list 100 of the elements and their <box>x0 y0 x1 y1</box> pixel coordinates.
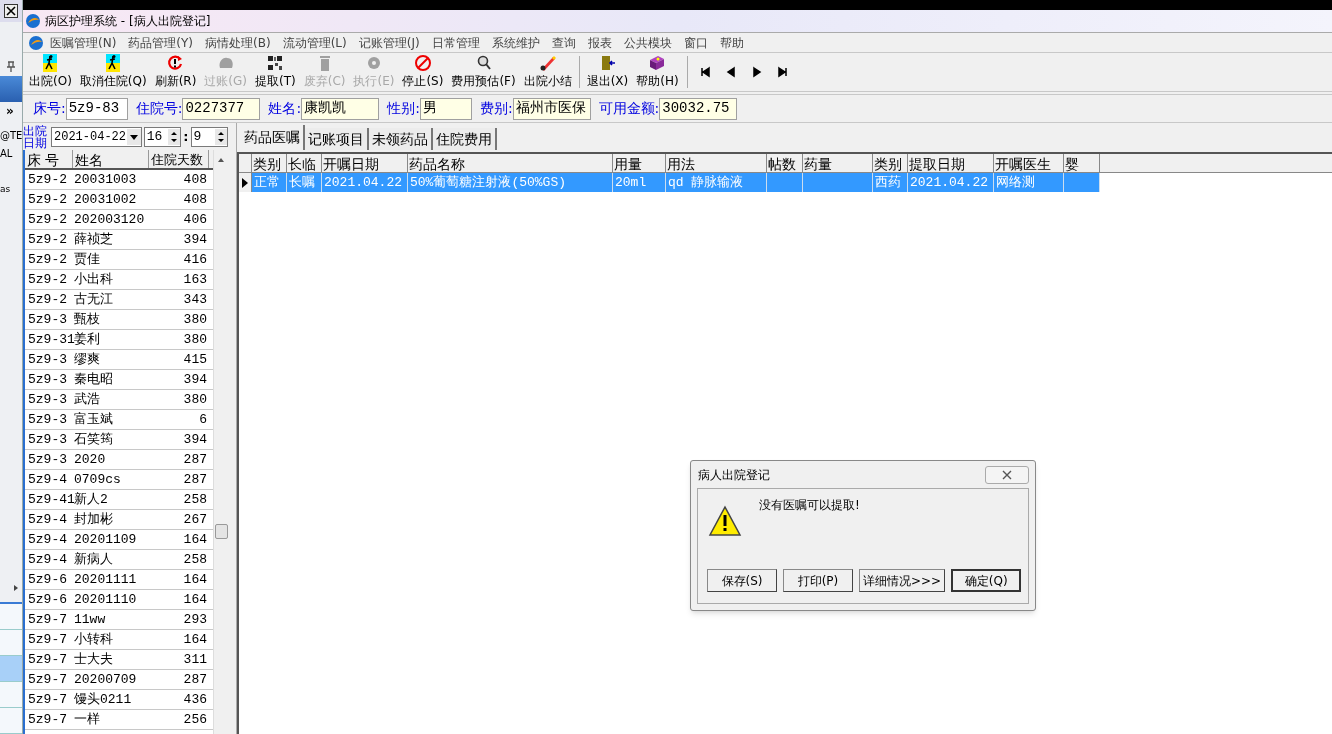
spin-field[interactable]: 9 <box>190 126 228 147</box>
table-cell-text: 封加彬 <box>73 510 114 529</box>
tab[interactable]: 未领药品 <box>369 128 433 150</box>
pin-icon[interactable] <box>5 61 17 73</box>
table-cell-text: 394 <box>182 230 208 249</box>
menu-item[interactable]: 报表 <box>581 33 618 52</box>
walking-figure-icon <box>41 54 60 72</box>
table-cell-text: 258 <box>182 550 208 569</box>
first-record-icon[interactable] <box>698 66 711 78</box>
scroll-right-icon[interactable] <box>12 584 20 592</box>
toolbar-button[interactable]: 出院(O) <box>25 54 76 90</box>
column-header[interactable]: 姓名 <box>73 150 149 168</box>
dialog-button[interactable]: 详细情况>>> <box>859 569 946 592</box>
column-header[interactable]: 开嘱日期 <box>322 154 408 172</box>
table-cell-text: 256 <box>182 710 208 729</box>
table-cell-text: 267 <box>182 510 208 529</box>
scroll-up-icon[interactable] <box>217 156 225 164</box>
menu-item[interactable]: 药品管理(Y) <box>122 33 200 52</box>
table-cell-text: 5z9-3 <box>27 430 68 449</box>
menu-item[interactable]: 帮助 <box>713 33 750 52</box>
dialog-button[interactable]: 确定(Q) <box>951 569 1022 592</box>
column-header[interactable]: 类别 <box>252 154 287 172</box>
info-field[interactable]: 0227377 <box>182 97 261 120</box>
menu-item[interactable]: 窗口 <box>677 33 714 52</box>
previous-record-icon[interactable] <box>724 66 737 78</box>
info-field[interactable]: 30032.75 <box>659 97 738 120</box>
table-cell-text: 163 <box>182 270 208 289</box>
table-cell-text: 5z9-2 <box>27 230 68 249</box>
menu-item[interactable]: 系统维护 <box>485 33 546 52</box>
menu-item[interactable]: 查询 <box>545 33 582 52</box>
menu-item[interactable]: 公共模块 <box>617 33 678 52</box>
column-header[interactable]: 用量 <box>613 154 666 172</box>
tab[interactable]: 药品医嘱 <box>241 125 305 150</box>
table-cell-text: 0709cs <box>73 470 122 489</box>
next-record-icon[interactable] <box>750 66 763 78</box>
info-field[interactable]: 男 <box>419 97 472 120</box>
vertical-scrollbar[interactable] <box>213 150 228 734</box>
table-cell-text: 石笑筠 <box>73 430 114 449</box>
column-header[interactable]: 用法 <box>666 154 767 172</box>
table-cell-text: 287 <box>182 450 208 469</box>
menu-item[interactable]: 病情处理(B) <box>199 33 277 52</box>
spin-field[interactable]: 16 <box>143 126 182 147</box>
toolbar-button[interactable]: 提取(T) <box>251 54 300 90</box>
toolbar-button[interactable]: 出院小结 <box>519 54 576 90</box>
column-header[interactable]: 婴 <box>1064 154 1100 172</box>
time-separator: : <box>183 127 189 146</box>
table-cell-text: 5z9-3 <box>27 410 68 429</box>
table-cell-text: 馒头0211 <box>73 690 133 709</box>
table-cell-text: 一样 <box>73 710 101 729</box>
table-cell-text: 甄枝 <box>73 310 101 329</box>
dialog-button[interactable]: 保存(S) <box>707 569 777 592</box>
close-icon[interactable] <box>1002 469 1012 480</box>
spin-arrows-icon[interactable] <box>168 128 181 145</box>
table-cell-text: 164 <box>182 630 208 649</box>
last-record-icon[interactable] <box>776 66 789 78</box>
toolbar-button[interactable]: 退出(X) <box>582 54 633 90</box>
header-bar <box>0 76 22 102</box>
table-cell-text: 287 <box>182 670 208 689</box>
table-cell-text: 贾佳 <box>73 250 101 269</box>
column-header[interactable]: 长临 <box>287 154 322 172</box>
menu-item[interactable]: 医嘱管理(N) <box>44 33 123 52</box>
menu-item[interactable]: 日常管理 <box>425 33 486 52</box>
toolbar-button[interactable]: 帮助(H) <box>632 54 683 90</box>
table-cell-text: 新病人 <box>73 550 114 569</box>
side-text: as <box>0 183 12 196</box>
field-label: 住院号: <box>135 99 183 118</box>
column-header[interactable]: 住院天数 <box>149 150 209 168</box>
toolbar-button[interactable]: 取消住院(Q) <box>75 54 151 90</box>
column-header[interactable]: 床 号 <box>25 150 73 168</box>
dropdown-caret-icon[interactable] <box>126 128 141 145</box>
table-cell-text: 164 <box>182 570 208 589</box>
menu-item[interactable]: 记账管理(J) <box>352 33 426 52</box>
book-icon <box>648 54 667 72</box>
info-field[interactable]: 康凯凯 <box>301 97 380 120</box>
column-header[interactable]: 类别 <box>873 154 908 172</box>
table-cell-text: 5z9-7 <box>27 710 68 729</box>
spin-arrows-icon[interactable] <box>215 128 227 145</box>
dialog-button[interactable]: 打印(P) <box>783 569 853 592</box>
toolbar-button[interactable]: 刷新(R) <box>150 54 201 90</box>
info-field[interactable]: 5z9-83 <box>65 97 128 120</box>
column-header[interactable]: 帖数 <box>767 154 803 172</box>
more-chevron[interactable]: » <box>0 102 22 120</box>
toolbar-button[interactable]: 停止(S) <box>398 54 448 90</box>
column-header[interactable]: 药品名称 <box>408 154 613 172</box>
info-field[interactable]: 福州市医保 <box>512 97 591 120</box>
tab[interactable]: 记账项目 <box>305 128 369 150</box>
column-header[interactable]: 提取日期 <box>908 154 994 172</box>
date-dropdown[interactable]: 2021-04-22 <box>51 126 142 147</box>
table-cell-text: 5z9-4 <box>27 530 68 549</box>
warning-icon <box>708 505 742 537</box>
close-icon[interactable] <box>4 4 18 18</box>
toolbar-button[interactable]: 费用预估(F) <box>447 54 520 90</box>
scroll-thumb[interactable] <box>214 524 228 539</box>
column-header[interactable]: 药量 <box>803 154 873 172</box>
table-cell: qd 静脉输液 <box>666 173 767 192</box>
column-header[interactable]: 开嘱医生 <box>994 154 1064 172</box>
menu-item[interactable]: 流动管理(L) <box>276 33 353 52</box>
tab[interactable]: 住院费用 <box>433 128 497 150</box>
table-cell-text: 缪爽 <box>73 350 101 369</box>
table-cell-text: 20201111 <box>73 570 138 589</box>
